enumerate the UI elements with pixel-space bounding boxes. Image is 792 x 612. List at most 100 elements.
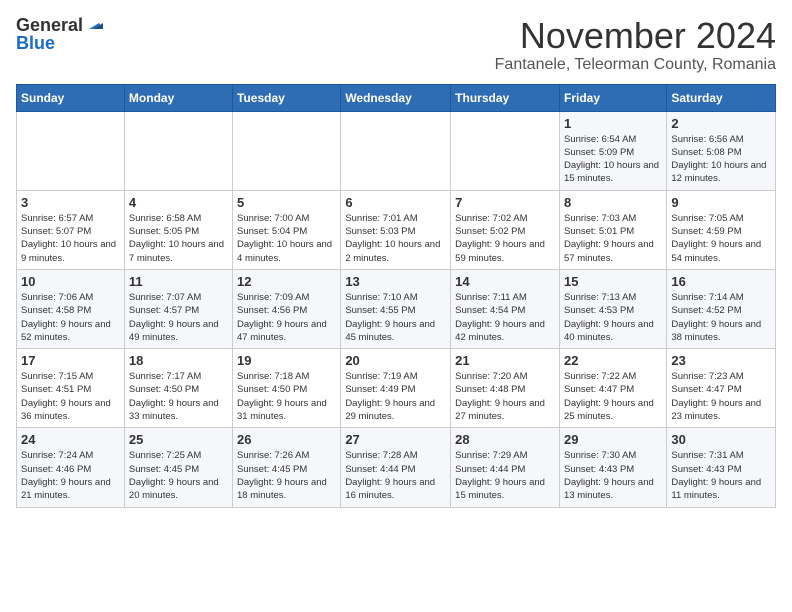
week-row-3: 10 Sunrise: 7:06 AM Sunset: 4:58 PM Dayli… <box>17 269 776 348</box>
day-number: 29 <box>564 432 662 447</box>
calendar-cell: 12 Sunrise: 7:09 AM Sunset: 4:56 PM Dayli… <box>233 269 341 348</box>
calendar-cell: 11 Sunrise: 7:07 AM Sunset: 4:57 PM Dayli… <box>124 269 232 348</box>
calendar-cell: 3Sunrise: 6:57 AM Sunset: 5:07 PM Daylig… <box>17 190 125 269</box>
calendar-cell: 30 Sunrise: 7:31 AM Sunset: 4:43 PM Dayli… <box>667 428 776 507</box>
day-info: Sunrise: 7:02 AM Sunset: 5:02 PM Dayligh… <box>455 212 555 265</box>
location-title: Fantanele, Teleorman County, Romania <box>495 56 776 74</box>
day-number: 18 <box>129 353 228 368</box>
day-info: Sunrise: 7:14 AM Sunset: 4:52 PM Dayligh… <box>671 291 771 344</box>
calendar-cell: 26 Sunrise: 7:26 AM Sunset: 4:45 PM Dayli… <box>233 428 341 507</box>
day-number: 13 <box>345 274 446 289</box>
day-number: 11 <box>129 274 228 289</box>
calendar-cell: 2 Sunrise: 6:56 AM Sunset: 5:08 PM Daylig… <box>667 111 776 190</box>
calendar-cell: 8Sunrise: 7:03 AM Sunset: 5:01 PM Daylig… <box>559 190 666 269</box>
day-number: 5 <box>237 195 336 210</box>
day-info: Sunrise: 7:11 AM Sunset: 4:54 PM Dayligh… <box>455 291 555 344</box>
logo-general-text: General <box>16 16 83 34</box>
month-title: November 2024 <box>495 16 776 56</box>
calendar-cell: 14 Sunrise: 7:11 AM Sunset: 4:54 PM Dayli… <box>451 269 560 348</box>
day-info: Sunrise: 7:19 AM Sunset: 4:49 PM Dayligh… <box>345 370 446 423</box>
calendar-cell: 24 Sunrise: 7:24 AM Sunset: 4:46 PM Dayli… <box>17 428 125 507</box>
calendar-cell: 21 Sunrise: 7:20 AM Sunset: 4:48 PM Dayli… <box>451 349 560 428</box>
day-info: Sunrise: 7:00 AM Sunset: 5:04 PM Dayligh… <box>237 212 336 265</box>
day-number: 2 <box>671 116 771 131</box>
calendar-cell: 13 Sunrise: 7:10 AM Sunset: 4:55 PM Dayli… <box>341 269 451 348</box>
day-info: Sunrise: 7:06 AM Sunset: 4:58 PM Dayligh… <box>21 291 120 344</box>
day-number: 15 <box>564 274 662 289</box>
day-info: Sunrise: 7:10 AM Sunset: 4:55 PM Dayligh… <box>345 291 446 344</box>
calendar-cell: 17Sunrise: 7:15 AM Sunset: 4:51 PM Dayli… <box>17 349 125 428</box>
day-number: 25 <box>129 432 228 447</box>
day-info: Sunrise: 7:24 AM Sunset: 4:46 PM Dayligh… <box>21 449 120 502</box>
day-number: 19 <box>237 353 336 368</box>
weekday-header-monday: Monday <box>124 84 232 111</box>
day-info: Sunrise: 7:18 AM Sunset: 4:50 PM Dayligh… <box>237 370 336 423</box>
day-number: 27 <box>345 432 446 447</box>
day-info: Sunrise: 7:05 AM Sunset: 4:59 PM Dayligh… <box>671 212 771 265</box>
day-info: Sunrise: 7:28 AM Sunset: 4:44 PM Dayligh… <box>345 449 446 502</box>
day-number: 1 <box>564 116 662 131</box>
day-info: Sunrise: 7:31 AM Sunset: 4:43 PM Dayligh… <box>671 449 771 502</box>
calendar-cell: 25 Sunrise: 7:25 AM Sunset: 4:45 PM Dayli… <box>124 428 232 507</box>
day-info: Sunrise: 7:30 AM Sunset: 4:43 PM Dayligh… <box>564 449 662 502</box>
day-number: 4 <box>129 195 228 210</box>
day-number: 16 <box>671 274 771 289</box>
logo-blue-text: Blue <box>16 34 55 52</box>
calendar-cell: 1 Sunrise: 6:54 AM Sunset: 5:09 PM Daylig… <box>559 111 666 190</box>
day-number: 17 <box>21 353 120 368</box>
day-number: 26 <box>237 432 336 447</box>
day-info: Sunrise: 7:25 AM Sunset: 4:45 PM Dayligh… <box>129 449 228 502</box>
weekday-header-row: SundayMondayTuesdayWednesdayThursdayFrid… <box>17 84 776 111</box>
calendar-cell <box>124 111 232 190</box>
day-info: Sunrise: 7:13 AM Sunset: 4:53 PM Dayligh… <box>564 291 662 344</box>
calendar-cell <box>233 111 341 190</box>
weekday-header-tuesday: Tuesday <box>233 84 341 111</box>
day-info: Sunrise: 6:57 AM Sunset: 5:07 PM Dayligh… <box>21 212 120 265</box>
week-row-1: 1 Sunrise: 6:54 AM Sunset: 5:09 PM Daylig… <box>17 111 776 190</box>
day-number: 12 <box>237 274 336 289</box>
week-row-4: 17Sunrise: 7:15 AM Sunset: 4:51 PM Dayli… <box>17 349 776 428</box>
weekday-header-saturday: Saturday <box>667 84 776 111</box>
day-number: 9 <box>671 195 771 210</box>
calendar-cell <box>17 111 125 190</box>
calendar-cell <box>451 111 560 190</box>
day-number: 21 <box>455 353 555 368</box>
calendar-cell: 22 Sunrise: 7:22 AM Sunset: 4:47 PM Dayli… <box>559 349 666 428</box>
week-row-5: 24 Sunrise: 7:24 AM Sunset: 4:46 PM Dayli… <box>17 428 776 507</box>
day-number: 20 <box>345 353 446 368</box>
day-number: 10 <box>21 274 120 289</box>
day-info: Sunrise: 6:56 AM Sunset: 5:08 PM Dayligh… <box>671 133 771 186</box>
day-info: Sunrise: 7:01 AM Sunset: 5:03 PM Dayligh… <box>345 212 446 265</box>
day-info: Sunrise: 7:26 AM Sunset: 4:45 PM Dayligh… <box>237 449 336 502</box>
day-number: 23 <box>671 353 771 368</box>
calendar-cell: 16 Sunrise: 7:14 AM Sunset: 4:52 PM Dayli… <box>667 269 776 348</box>
calendar-cell: 4Sunrise: 6:58 AM Sunset: 5:05 PM Daylig… <box>124 190 232 269</box>
calendar-cell: 27 Sunrise: 7:28 AM Sunset: 4:44 PM Dayli… <box>341 428 451 507</box>
day-info: Sunrise: 7:09 AM Sunset: 4:56 PM Dayligh… <box>237 291 336 344</box>
calendar-cell: 5 Sunrise: 7:00 AM Sunset: 5:04 PM Daylig… <box>233 190 341 269</box>
day-number: 6 <box>345 195 446 210</box>
calendar-cell: 23 Sunrise: 7:23 AM Sunset: 4:47 PM Dayli… <box>667 349 776 428</box>
day-number: 7 <box>455 195 555 210</box>
day-number: 14 <box>455 274 555 289</box>
day-info: Sunrise: 7:07 AM Sunset: 4:57 PM Dayligh… <box>129 291 228 344</box>
calendar-cell: 28 Sunrise: 7:29 AM Sunset: 4:44 PM Dayli… <box>451 428 560 507</box>
day-info: Sunrise: 6:54 AM Sunset: 5:09 PM Dayligh… <box>564 133 662 186</box>
day-info: Sunrise: 7:22 AM Sunset: 4:47 PM Dayligh… <box>564 370 662 423</box>
day-number: 28 <box>455 432 555 447</box>
weekday-header-friday: Friday <box>559 84 666 111</box>
calendar-table: SundayMondayTuesdayWednesdayThursdayFrid… <box>16 84 776 508</box>
weekday-header-sunday: Sunday <box>17 84 125 111</box>
calendar-cell: 7 Sunrise: 7:02 AM Sunset: 5:02 PM Daylig… <box>451 190 560 269</box>
day-number: 30 <box>671 432 771 447</box>
day-info: Sunrise: 7:23 AM Sunset: 4:47 PM Dayligh… <box>671 370 771 423</box>
day-info: Sunrise: 7:29 AM Sunset: 4:44 PM Dayligh… <box>455 449 555 502</box>
day-info: Sunrise: 7:20 AM Sunset: 4:48 PM Dayligh… <box>455 370 555 423</box>
day-info: Sunrise: 7:17 AM Sunset: 4:50 PM Dayligh… <box>129 370 228 423</box>
day-number: 22 <box>564 353 662 368</box>
day-number: 24 <box>21 432 120 447</box>
weekday-header-thursday: Thursday <box>451 84 560 111</box>
calendar-cell: 29 Sunrise: 7:30 AM Sunset: 4:43 PM Dayli… <box>559 428 666 507</box>
week-row-2: 3Sunrise: 6:57 AM Sunset: 5:07 PM Daylig… <box>17 190 776 269</box>
day-number: 8 <box>564 195 662 210</box>
